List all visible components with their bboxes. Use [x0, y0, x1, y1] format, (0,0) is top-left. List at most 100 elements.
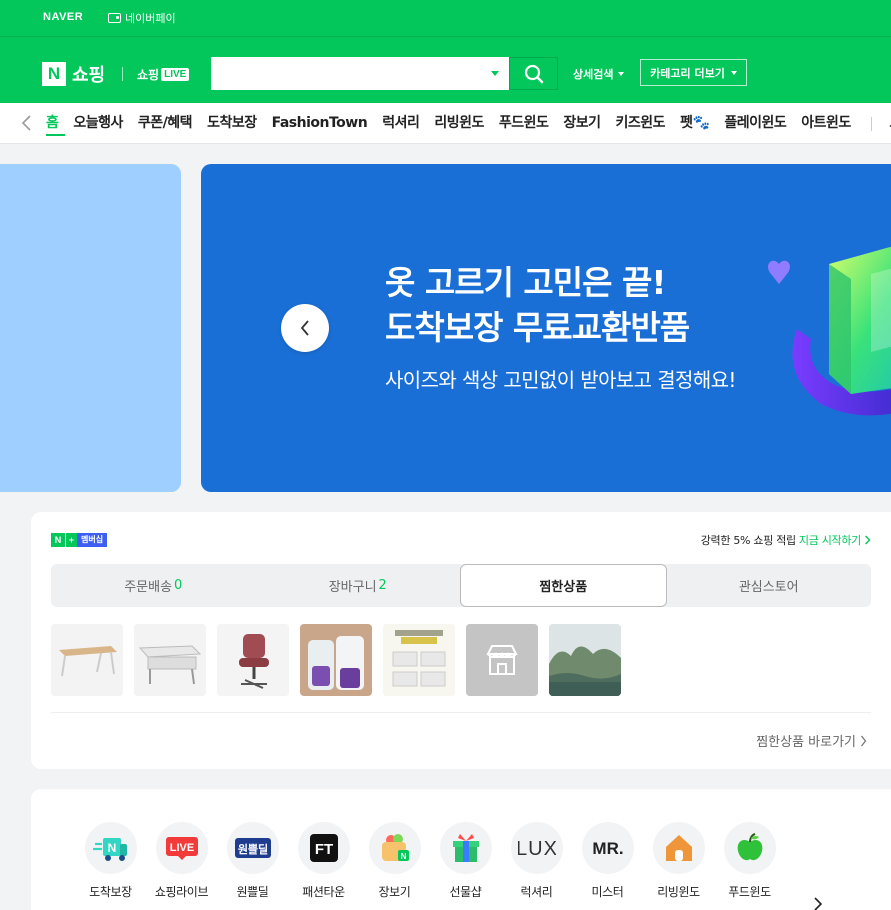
wishlist-thumbnails: [51, 624, 621, 696]
badge-text: 멤버십: [77, 533, 108, 547]
catnav-item[interactable]: 럭셔리: [375, 103, 427, 143]
membership-tab[interactable]: 주문배송 0: [51, 564, 256, 607]
wish-item-office-chair[interactable]: [217, 624, 289, 696]
ft-icon-text: FT: [314, 841, 332, 858]
search-input[interactable]: [211, 57, 481, 90]
chevron-right-icon: [865, 535, 871, 545]
membership-tab-count: 0: [174, 578, 183, 593]
service-label: 장보기: [378, 885, 411, 899]
mr-icon-text: MR.: [592, 839, 623, 858]
banner-subtitle: 사이즈와 색상 고민없이 받아보고 결정해요!: [385, 368, 736, 392]
naver-plus-membership-badge[interactable]: N + 멤버십: [51, 533, 108, 547]
category-more-label: 카테고리 더보기: [650, 66, 725, 80]
service-food-window[interactable]: 푸드윈도: [714, 822, 785, 900]
membership-tab-label: 관심스토어: [738, 580, 799, 595]
catnav-item[interactable]: 도: [887, 103, 891, 143]
folding-table-image: [134, 624, 206, 696]
detail-search-button[interactable]: 상세검색: [573, 66, 625, 82]
membership-divider: [51, 712, 871, 713]
live-icon-text: LIVE: [169, 842, 193, 854]
membership-tab-label: 찜한상품: [539, 580, 588, 595]
catnav-item[interactable]: 펫🐾: [673, 103, 717, 143]
gift-icon: [439, 822, 492, 874]
banner-title: 옷 고르기 고민은 끝! 도착보장 무료교환반품: [385, 260, 690, 350]
chevron-right-icon: [860, 735, 867, 746]
shopping-live-link[interactable]: 쇼핑 LIVE: [137, 66, 190, 83]
catnav-item[interactable]: 푸드윈도: [491, 103, 556, 143]
grocery-bag-icon: N: [368, 822, 421, 874]
promo-text: 강력한 5% 쇼핑 적립: [700, 534, 796, 547]
catnav-item[interactable]: 플레이윈도: [717, 103, 794, 143]
category-nav-items: 홈 오늘행사 쿠폰/혜택 도착보장 FashionTown 럭셔리 리빙윈도 푸드윈도 장보기 키…: [45, 103, 891, 143]
oneplus-icon-text: 원쁠딜: [237, 842, 267, 856]
catnav-divider: [871, 117, 873, 131]
membership-tab[interactable]: 장바구니 2: [256, 564, 461, 607]
service-label: 도착보장: [89, 885, 132, 899]
service-label: 푸드윈도: [728, 885, 771, 899]
naver-logo[interactable]: NAVER: [43, 11, 83, 23]
service-shortcuts-card: N 도착보장 LIVE 쇼핑라이브 원쁠딜 원쁠딜 FT 패션타운 N 장보기 …: [31, 789, 891, 910]
search-dropdown-caret-icon[interactable]: [491, 71, 499, 76]
naver-pay-label: 네이버페이: [125, 12, 176, 25]
wishlist-shortcut-label: 찜한상품 바로가기: [756, 735, 856, 750]
banner-prev-button[interactable]: [281, 304, 329, 352]
catnav-item[interactable]: 오늘행사: [66, 103, 131, 143]
chevron-right-icon[interactable]: [812, 897, 824, 910]
membership-promo-link[interactable]: 강력한 5% 쇼핑 적립 지금 시작하기: [701, 532, 871, 548]
membership-tab[interactable]: 찜한상품: [460, 564, 667, 607]
membership-tab-count: 2: [378, 578, 387, 593]
chevron-left-icon[interactable]: [20, 115, 34, 131]
banner-title-line1: 옷 고르기 고민은 끝!: [385, 263, 666, 302]
promo-card-image: [383, 624, 455, 696]
shopping-title[interactable]: 쇼핑: [72, 61, 105, 87]
fashiontown-icon: FT: [297, 822, 350, 874]
search-icon: [524, 64, 543, 83]
live-badge: LIVE: [161, 68, 190, 81]
catnav-item[interactable]: 키즈윈도: [608, 103, 673, 143]
naver-n-logo[interactable]: N: [42, 62, 66, 86]
apple-icon: [723, 822, 776, 874]
service-grocery[interactable]: N 장보기: [359, 822, 430, 900]
shopping-live-prefix: 쇼핑: [137, 68, 160, 82]
luxury-icon: LUX: [510, 822, 563, 874]
chevron-left-icon: [300, 320, 309, 336]
service-mister[interactable]: MR. 미스터: [572, 822, 643, 900]
service-oneplus-deal[interactable]: 원쁠딜 원쁠딜: [217, 822, 288, 900]
service-luxury[interactable]: LUX 럭셔리: [501, 822, 572, 900]
live-icon: LIVE: [155, 822, 208, 874]
catnav-item[interactable]: FashionTown: [264, 103, 375, 143]
service-living-window[interactable]: 리빙윈도: [643, 822, 714, 900]
naver-pay-link[interactable]: 네이버페이: [108, 10, 176, 26]
catnav-item[interactable]: 장보기: [556, 103, 608, 143]
service-arrival-guarantee[interactable]: N 도착보장: [75, 822, 146, 900]
catnav-item[interactable]: 아트윈도: [794, 103, 859, 143]
exchange-arrow-icon: [768, 246, 891, 416]
service-label: 패션타운: [302, 885, 345, 899]
catnav-item[interactable]: 쿠폰/혜택: [130, 103, 199, 143]
wish-item-store[interactable]: [466, 624, 538, 696]
wish-item-table[interactable]: [51, 624, 123, 696]
catnav-item[interactable]: 도착보장: [200, 103, 265, 143]
category-more-button[interactable]: 카테고리 더보기: [640, 59, 747, 86]
membership-tab[interactable]: 관심스토어: [667, 564, 872, 607]
header-divider: [122, 67, 123, 81]
catnav-item[interactable]: 홈: [45, 103, 66, 143]
service-label: 원쁠딜: [236, 885, 269, 899]
shopping-header: N 쇼핑 쇼핑 LIVE 상세검색 카테고리 더보기: [0, 37, 891, 103]
catnav-item[interactable]: 리빙윈도: [427, 103, 492, 143]
service-shopping-live[interactable]: LIVE 쇼핑라이브: [146, 822, 217, 900]
wish-item-food-pack[interactable]: [300, 624, 372, 696]
service-label: 리빙윈도: [657, 885, 700, 899]
wish-item-promo-card[interactable]: [383, 624, 455, 696]
wishlist-shortcut-link[interactable]: 찜한상품 바로가기: [756, 731, 867, 750]
service-fashion-town[interactable]: FT 패션타운: [288, 822, 359, 900]
banner-previous-slide[interactable]: [0, 164, 181, 492]
search-button[interactable]: [509, 57, 558, 90]
wish-item-folding-table[interactable]: [134, 624, 206, 696]
house-icon: [652, 822, 705, 874]
delivery-truck-icon: N: [84, 822, 137, 874]
wish-item-landscape[interactable]: [549, 624, 621, 696]
membership-card: N + 멤버십 강력한 5% 쇼핑 적립 지금 시작하기 주문배송 0 장바구니 2 찜…: [31, 512, 891, 769]
service-gift-shop[interactable]: 선물샵: [430, 822, 501, 900]
office-chair-image: [217, 624, 289, 696]
